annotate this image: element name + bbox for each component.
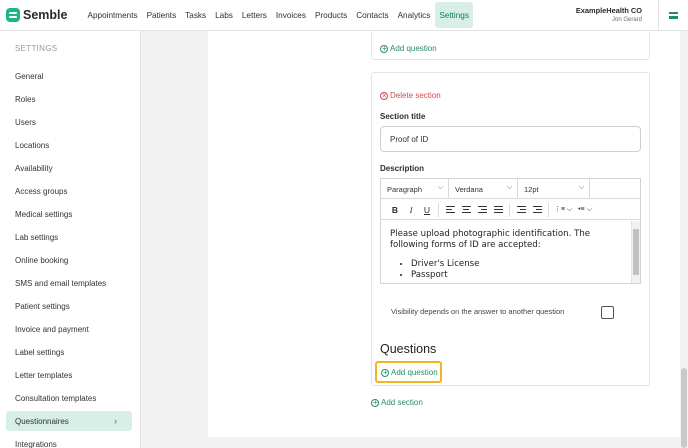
nav-settings[interactable]: Settings <box>434 2 474 28</box>
toolbar-divider <box>548 202 549 217</box>
chevron-down-icon: ⌵ <box>578 184 584 191</box>
section-title-label: Section title <box>380 112 426 121</box>
nav-tasks[interactable]: Tasks <box>181 2 211 28</box>
sidebar-item-patient-settings[interactable]: Patient settings <box>6 296 132 316</box>
nav-analytics[interactable]: Analytics <box>393 2 435 28</box>
sidebar-title: SETTINGS <box>15 44 58 53</box>
description-label: Description <box>380 164 425 173</box>
close-circle-icon <box>380 91 388 101</box>
editor-toolbar-formats: Paragraph ⌵ Verdana ⌵ 12pt ⌵ <box>381 179 640 199</box>
chevron-down-icon: ⌵ <box>437 184 443 191</box>
nav-products[interactable]: Products <box>310 2 351 28</box>
font-size-value: 12pt <box>524 184 539 194</box>
user-name: Jon Gerard <box>611 17 642 23</box>
align-left-icon[interactable] <box>442 203 458 217</box>
numbered-list-icon[interactable]: ⋮≡ ⌵ <box>552 203 574 217</box>
editor-bullet-list: Driver's License Passport <box>411 259 622 281</box>
sidebar-item-access-groups[interactable]: Access groups <box>6 181 132 201</box>
sidebar-item-invoice-payment[interactable]: Invoice and payment <box>6 319 132 339</box>
toolbar-divider <box>438 202 439 217</box>
org-name: ExampleHealth CO <box>575 6 642 15</box>
font-family-select[interactable]: Verdana ⌵ <box>449 179 518 199</box>
sidebar-item-medical-settings[interactable]: Medical settings <box>6 204 132 224</box>
bold-icon[interactable]: B <box>387 203 403 217</box>
chevron-right-icon: › <box>114 416 117 426</box>
app-name: Semble <box>23 8 68 22</box>
bullet-list-icon[interactable]: •≡ ⌵ <box>574 203 596 217</box>
section-title-input[interactable]: Proof of ID <box>380 126 641 152</box>
font-family-value: Verdana <box>455 184 483 194</box>
sidebar-item-users[interactable]: Users <box>6 112 132 132</box>
editor-paragraph-line-2: following forms of ID are accepted: <box>390 240 541 250</box>
add-section-button[interactable]: Add section <box>371 398 423 408</box>
semble-logo-icon <box>6 8 20 22</box>
add-question-button[interactable]: Add question <box>381 368 438 378</box>
sidebar-item-availability[interactable]: Availability <box>6 158 132 178</box>
align-center-icon[interactable] <box>458 203 474 217</box>
editor-scroll-thumb[interactable] <box>633 229 639 275</box>
editor-scrollbar[interactable] <box>631 221 640 283</box>
sidebar-item-lab-settings[interactable]: Lab settings <box>6 227 132 247</box>
add-question-label: Add question <box>390 44 437 53</box>
description-rich-text-editor: Paragraph ⌵ Verdana ⌵ 12pt ⌵ B I U ⋮≡ ⌵ … <box>380 178 641 284</box>
hamburger-icon <box>669 12 678 19</box>
main-nav: Appointments Patients Tasks Labs Letters… <box>83 0 474 31</box>
visibility-label: Visibility depends on the answer to anot… <box>391 307 565 316</box>
italic-icon[interactable]: I <box>403 203 419 217</box>
app-logo[interactable]: Semble <box>6 8 78 22</box>
delete-section-label: Delete section <box>390 91 441 100</box>
sidebar-item-integrations[interactable]: Integrations <box>6 434 132 448</box>
outdent-icon[interactable] <box>513 203 529 217</box>
sidebar-item-roles[interactable]: Roles <box>6 89 132 109</box>
sidebar-item-sms-email-templates[interactable]: SMS and email templates <box>6 273 132 293</box>
block-format-select[interactable]: Paragraph ⌵ <box>381 179 449 199</box>
page-scrollbar[interactable] <box>680 31 688 448</box>
nav-invoices[interactable]: Invoices <box>271 2 310 28</box>
align-right-icon[interactable] <box>474 203 490 217</box>
sidebar-item-general[interactable]: General <box>6 66 132 86</box>
list-item: Driver's License <box>411 259 622 270</box>
add-question-label: Add question <box>391 368 438 377</box>
settings-sidebar: SETTINGS General Roles Users Locations A… <box>0 31 141 448</box>
chevron-down-icon: ⌵ <box>506 184 512 191</box>
editor-paragraph-line-1: Please upload photographic identificatio… <box>390 229 591 239</box>
editor-content[interactable]: Please upload photographic identificatio… <box>381 221 631 283</box>
sidebar-item-online-booking[interactable]: Online booking <box>6 250 132 270</box>
font-size-select[interactable]: 12pt ⌵ <box>518 179 590 199</box>
block-format-value: Paragraph <box>387 184 423 194</box>
nav-labs[interactable]: Labs <box>211 2 238 28</box>
align-justify-icon[interactable] <box>490 203 506 217</box>
sidebar-item-letter-templates[interactable]: Letter templates <box>6 365 132 385</box>
sidebar-item-locations[interactable]: Locations <box>6 135 132 155</box>
sidebar-item-consultation-templates[interactable]: Consultation templates <box>6 388 132 408</box>
page-scroll-thumb[interactable] <box>681 368 687 448</box>
add-section-label: Add section <box>381 398 423 407</box>
nav-letters[interactable]: Letters <box>237 2 271 28</box>
nav-contacts[interactable]: Contacts <box>352 2 393 28</box>
sidebar-item-label: Questionnaires <box>15 416 69 426</box>
indent-icon[interactable] <box>529 203 545 217</box>
underline-icon[interactable]: U <box>419 203 435 217</box>
sidebar-item-label-settings[interactable]: Label settings <box>6 342 132 362</box>
questions-heading: Questions <box>380 342 437 356</box>
list-item: Passport <box>411 270 622 281</box>
sidebar-item-questionnaires[interactable]: Questionnaires › <box>6 411 132 431</box>
menu-button[interactable] <box>658 0 688 31</box>
add-question-button-top[interactable]: Add question <box>380 44 437 54</box>
plus-circle-icon <box>380 44 388 54</box>
editor-toolbar-actions: B I U ⋮≡ ⌵ •≡ ⌵ <box>381 200 640 220</box>
top-navbar: Semble Appointments Patients Tasks Labs … <box>0 0 688 31</box>
org-info[interactable]: ExampleHealth CO Jon Gerard <box>576 6 642 23</box>
nav-patients[interactable]: Patients <box>142 2 181 28</box>
plus-circle-icon <box>381 368 389 378</box>
delete-section-button[interactable]: Delete section <box>380 91 441 101</box>
nav-appointments[interactable]: Appointments <box>83 2 142 28</box>
visibility-checkbox[interactable] <box>601 306 614 319</box>
toolbar-divider <box>509 202 510 217</box>
plus-circle-icon <box>371 398 379 408</box>
